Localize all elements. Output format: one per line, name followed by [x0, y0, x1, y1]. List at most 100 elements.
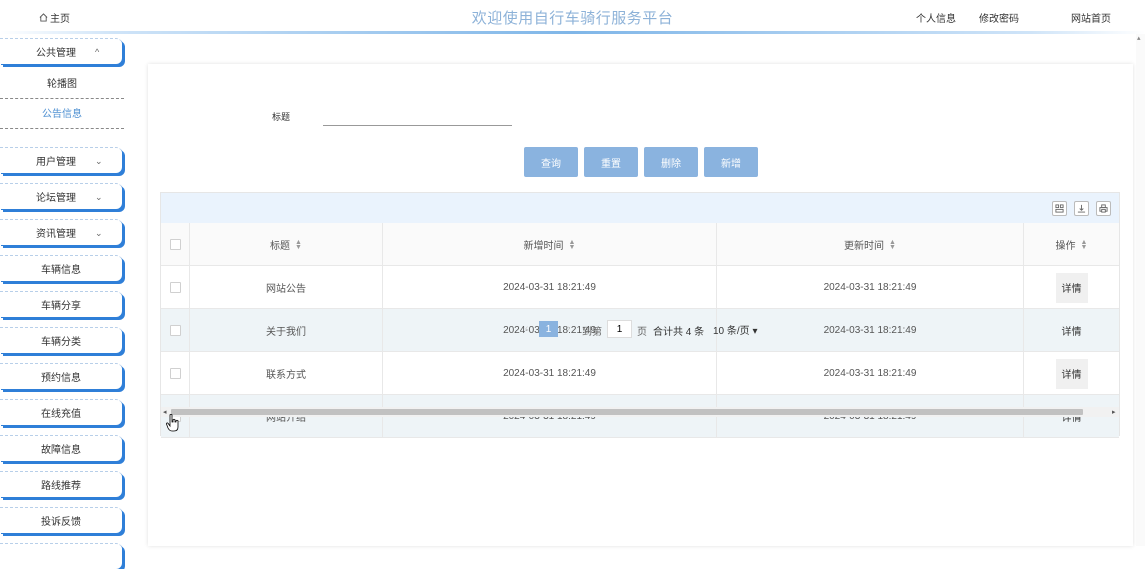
sidebar-item-announcements[interactable]: 公告信息: [0, 101, 124, 129]
col-title-header[interactable]: 标题 ▲ ▼: [190, 223, 383, 266]
menu-users[interactable]: 用户管理 ⌄: [0, 147, 122, 173]
top-bar: 主页 欢迎使用自行车骑行服务平台 个人信息 修改密码 网站首页: [0, 0, 1145, 34]
select-all-cell: [161, 223, 190, 266]
main-panel: 标题 查询 重置 删除 新增 标题 ▲ ▼ 新增时间 ▲ ▼ 更新时间 ▲ ▼ 操作 ▲ ▼: [148, 64, 1133, 546]
chevron-down-icon: ▾: [752, 326, 758, 337]
menu-label: 在线充值: [41, 409, 81, 420]
query-button[interactable]: 查询: [524, 147, 578, 177]
sidebar-item-carousel[interactable]: 轮播图: [0, 71, 124, 99]
row-checkbox[interactable]: [169, 368, 181, 379]
menu-complaints[interactable]: 投诉反馈: [0, 507, 122, 533]
col-header-label: 标题: [270, 241, 291, 252]
goto-page-input[interactable]: [607, 320, 632, 338]
menu-more[interactable]: [0, 543, 122, 569]
menu-recharge[interactable]: 在线充值: [0, 399, 122, 425]
goto-label: 到第: [582, 327, 602, 338]
sort-icon: ▲ ▼: [295, 238, 302, 251]
sidebar: 公共管理 ^ 轮播图 公告信息 用户管理 ⌄ 论坛管理 ⌄ 资讯管理 ⌄ 车辆信…: [0, 34, 125, 569]
scroll-right-icon[interactable]: ▸: [1112, 408, 1116, 416]
cell-action: 详情: [1024, 352, 1119, 395]
reset-button[interactable]: 重置: [584, 147, 638, 177]
menu-label: 投诉反馈: [41, 517, 81, 528]
page-size-value: 10 条/页: [713, 326, 750, 337]
title-search-input[interactable]: [323, 108, 512, 126]
col-updated-header[interactable]: 更新时间 ▲ ▼: [717, 223, 1024, 266]
col-action-header[interactable]: 操作 ▲ ▼: [1024, 223, 1119, 266]
nav-change-password[interactable]: 修改密码: [979, 10, 1019, 25]
header-divider: [0, 31, 1145, 34]
sort-icon: ▲ ▼: [889, 238, 896, 251]
home-label: 主页: [50, 14, 70, 25]
chevron-down-icon: ⌄: [95, 228, 103, 238]
print-icon[interactable]: [1096, 201, 1111, 216]
cell-updated: 2024-03-31 18:21:49: [717, 352, 1024, 395]
menu-vehicle-category[interactable]: 车辆分类: [0, 327, 122, 353]
current-page[interactable]: 1: [539, 321, 558, 337]
nav-profile[interactable]: 个人信息: [916, 10, 956, 25]
cell-created: 2024-03-31 18:21:49: [383, 266, 717, 309]
sort-icon: ▲ ▼: [568, 238, 576, 251]
cell-updated: 2024-03-31 18:21:49: [717, 266, 1024, 309]
next-page-icon[interactable]: ›: [567, 323, 570, 334]
col-created-header[interactable]: 新增时间 ▲ ▼: [383, 223, 717, 266]
chevron-down-icon: ⌄: [95, 156, 103, 166]
chevron-down-icon: ⌄: [95, 192, 103, 202]
home-link[interactable]: 主页: [39, 10, 70, 25]
total-count: 合计共 4 条: [653, 327, 705, 338]
vertical-scrollbar[interactable]: ▴: [1136, 34, 1145, 546]
nav-site-home[interactable]: 网站首页: [1071, 10, 1111, 25]
menu-news[interactable]: 资讯管理 ⌄: [0, 219, 122, 245]
table-toolbar: [161, 193, 1119, 223]
menu-reservations[interactable]: 预约信息: [0, 363, 122, 389]
horizontal-scrollbar[interactable]: ◂ ▸: [161, 407, 1119, 417]
col-header-label: 新增时间: [523, 241, 564, 252]
search-label: 标题: [272, 112, 291, 122]
prev-page-icon[interactable]: ‹: [525, 323, 528, 334]
add-button[interactable]: 新增: [704, 147, 758, 177]
menu-public[interactable]: 公共管理 ^: [0, 38, 122, 64]
menu-label: 公共管理: [36, 48, 76, 59]
row-select-cell: [161, 266, 190, 309]
menu-forum[interactable]: 论坛管理 ⌄: [0, 183, 122, 209]
menu-vehicle-info[interactable]: 车辆信息: [0, 255, 122, 281]
detail-button[interactable]: 详情: [1055, 272, 1088, 303]
menu-label: 预约信息: [41, 373, 81, 384]
scrollbar-thumb[interactable]: [171, 409, 1083, 415]
menu-label: 路线推荐: [41, 481, 81, 492]
scroll-left-icon[interactable]: ◂: [163, 408, 167, 416]
menu-label: 车辆分享: [41, 301, 81, 312]
menu-routes[interactable]: 路线推荐: [0, 471, 122, 497]
menu-label: 论坛管理: [36, 193, 76, 204]
cell-title: 网站公告: [190, 266, 383, 309]
cell-action: 详情: [1024, 266, 1119, 309]
menu-label: 故障信息: [41, 445, 81, 456]
menu-vehicle-share[interactable]: 车辆分享: [0, 291, 122, 317]
menu-faults[interactable]: 故障信息: [0, 435, 122, 461]
scroll-up-icon[interactable]: ▴: [1137, 34, 1141, 42]
home-icon: [39, 13, 48, 22]
page-size-select[interactable]: 10 条/页 ▾: [713, 322, 758, 337]
delete-button[interactable]: 删除: [644, 147, 698, 177]
menu-label: 资讯管理: [36, 229, 76, 240]
columns-toggle-icon[interactable]: [1052, 201, 1067, 216]
table-header-row: 标题 ▲ ▼ 新增时间 ▲ ▼ 更新时间 ▲ ▼ 操作 ▲ ▼: [161, 223, 1119, 266]
page-title: 欢迎使用自行车骑行服务平台: [471, 10, 674, 27]
table-row: 网站公告 2024-03-31 18:21:49 2024-03-31 18:2…: [161, 266, 1119, 309]
chevron-up-icon: ^: [95, 47, 100, 57]
col-header-label: 更新时间: [844, 241, 885, 252]
pagination: ‹ 1 › 到第 页 合计共 4 条 10 条/页 ▾: [148, 320, 1133, 340]
table-row: 联系方式 2024-03-31 18:21:49 2024-03-31 18:2…: [161, 352, 1119, 395]
select-all-checkbox[interactable]: [169, 239, 181, 250]
cell-created: 2024-03-31 18:21:49: [383, 352, 717, 395]
cell-title: 联系方式: [190, 352, 383, 395]
data-table: 标题 ▲ ▼ 新增时间 ▲ ▼ 更新时间 ▲ ▼ 操作 ▲ ▼ 网站公告 2024-03-31 …: [160, 192, 1120, 438]
detail-button[interactable]: 详情: [1055, 358, 1088, 389]
row-checkbox[interactable]: [169, 282, 181, 293]
menu-label: 车辆分类: [41, 337, 81, 348]
sort-icon: ▲ ▼: [1080, 238, 1088, 251]
menu-label: 用户管理: [36, 157, 76, 168]
menu-label: 车辆信息: [41, 265, 81, 276]
export-icon[interactable]: [1074, 201, 1089, 216]
row-select-cell: [161, 352, 190, 395]
page-unit-label: 页: [637, 327, 647, 338]
